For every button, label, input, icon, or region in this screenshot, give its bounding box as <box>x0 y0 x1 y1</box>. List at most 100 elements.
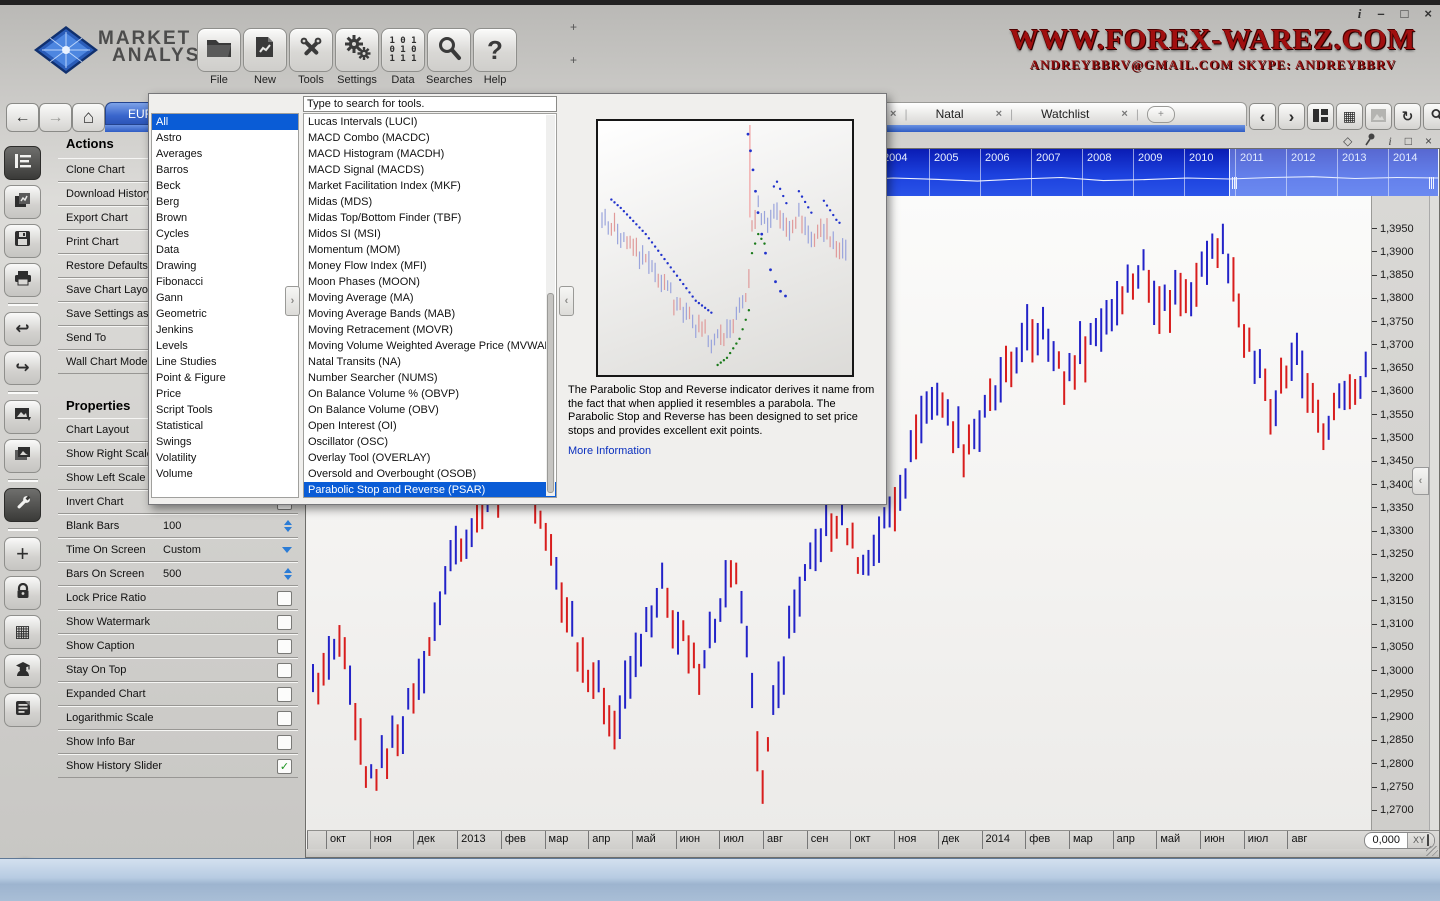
property-row[interactable]: Logarithmic Scale ✓ <box>58 706 298 730</box>
category-item[interactable]: All <box>152 114 298 130</box>
forward-button[interactable]: → <box>39 103 72 132</box>
tab-natal[interactable]: Natal <box>910 107 990 121</box>
tool-search-input[interactable] <box>303 96 557 112</box>
spinner[interactable] <box>284 520 292 532</box>
pin-icon[interactable] <box>1365 133 1375 149</box>
tab-watchlist[interactable]: Watchlist <box>1015 107 1115 121</box>
category-item[interactable]: Drawing <box>152 258 298 274</box>
spinner[interactable] <box>284 568 292 580</box>
checkbox[interactable]: ✓ <box>277 759 292 774</box>
category-item[interactable]: Levels <box>152 338 298 354</box>
category-item[interactable]: Beck <box>152 178 298 194</box>
crosshair-button[interactable]: + <box>4 537 41 571</box>
category-item[interactable]: Volatility <box>152 450 298 466</box>
property-row[interactable]: Show Watermark ✓ <box>58 610 298 634</box>
grid-button[interactable]: ▦ <box>4 615 41 649</box>
tool-item[interactable]: Moving Average (MA) <box>304 290 556 306</box>
tool-item[interactable]: Midas Top/Bottom Finder (TBF) <box>304 210 556 226</box>
tool-item[interactable]: Lucas Intervals (LUCI) <box>304 114 556 130</box>
file-button[interactable]: File <box>196 28 242 86</box>
property-row[interactable]: Blank Bars 100 ✓ <box>58 514 298 538</box>
category-item[interactable]: Astro <box>152 130 298 146</box>
print-button[interactable] <box>4 263 41 297</box>
grid-view-button[interactable]: ▦ <box>1336 103 1363 130</box>
info-icon[interactable]: i <box>1388 134 1391 149</box>
checkbox[interactable]: ✓ <box>277 615 292 630</box>
tool-item[interactable]: Moving Average Bands (MAB) <box>304 306 556 322</box>
category-item[interactable]: Gann <box>152 290 298 306</box>
property-row[interactable]: Show History Slider ✓ <box>58 754 298 778</box>
tool-item[interactable]: MACD Histogram (MACDH) <box>304 146 556 162</box>
tool-item[interactable]: Moon Phases (MOON) <box>304 274 556 290</box>
redo-button[interactable]: ↪ <box>4 351 41 385</box>
expand-categories-button[interactable]: › <box>285 286 300 316</box>
collapse-preview-button[interactable]: ‹ <box>559 286 574 316</box>
checkbox[interactable]: ✓ <box>277 711 292 726</box>
tool-item[interactable]: Moving Volume Weighted Average Price (MV… <box>304 338 556 354</box>
category-item[interactable]: Berg <box>152 194 298 210</box>
checkbox[interactable]: ✓ <box>277 687 292 702</box>
scrollbar-thumb[interactable] <box>547 293 554 493</box>
category-item[interactable]: Script Tools <box>152 402 298 418</box>
category-item[interactable]: Data <box>152 242 298 258</box>
more-information-link[interactable]: More Information <box>568 445 651 457</box>
tool-item[interactable]: Overlay Tool (OVERLAY) <box>304 450 556 466</box>
tool-item[interactable]: MACD Combo (MACDC) <box>304 130 556 146</box>
search-button[interactable] <box>1423 103 1440 130</box>
tool-item[interactable]: Open Interest (OI) <box>304 418 556 434</box>
tool-item[interactable]: Moving Retracement (MOVR) <box>304 322 556 338</box>
layout-button[interactable] <box>1307 103 1334 130</box>
property-row[interactable]: Bars On Screen 500 ✓ <box>58 562 298 586</box>
diamond-icon[interactable]: ◇ <box>1343 134 1352 148</box>
snapshot-button[interactable] <box>1365 103 1392 130</box>
resize-grip[interactable] <box>1426 846 1438 856</box>
property-row[interactable]: Show Info Bar ✓ <box>58 730 298 754</box>
training-button[interactable] <box>4 654 41 688</box>
tool-item[interactable]: Oscillator (OSC) <box>304 434 556 450</box>
searches-button[interactable]: Searches <box>426 28 472 86</box>
back-button[interactable]: ← <box>6 103 39 132</box>
export-image-button[interactable] <box>4 400 41 434</box>
category-item[interactable]: Volume <box>152 466 298 482</box>
property-row[interactable]: Show Caption ✓ <box>58 634 298 658</box>
property-row[interactable]: Lock Price Ratio ✓ <box>58 586 298 610</box>
checkbox[interactable]: ✓ <box>277 663 292 678</box>
category-item[interactable]: Statistical <box>152 418 298 434</box>
dropdown-arrow-icon[interactable] <box>282 547 292 553</box>
scroll-tabs-left-button[interactable]: ‹ <box>1249 103 1276 130</box>
category-item[interactable]: Averages <box>152 146 298 162</box>
maximize-icon[interactable]: □ <box>1401 6 1409 22</box>
tools-button[interactable]: Tools <box>288 28 334 86</box>
close-tab-icon[interactable]: × <box>990 108 1008 120</box>
tool-item[interactable]: Number Searcher (NUMS) <box>304 370 556 386</box>
category-item[interactable]: Cycles <box>152 226 298 242</box>
checkbox[interactable]: ✓ <box>277 639 292 654</box>
tool-item[interactable]: Midas (MDS) <box>304 194 556 210</box>
checkbox[interactable]: ✓ <box>277 591 292 606</box>
range-handle-right[interactable] <box>1429 177 1436 189</box>
maximize-icon[interactable]: □ <box>1405 134 1412 148</box>
category-item[interactable]: Jenkins <box>152 322 298 338</box>
tool-item[interactable]: Market Facilitation Index (MKF) <box>304 178 556 194</box>
close-icon[interactable]: × <box>1425 134 1432 148</box>
help-button[interactable]: ? Help <box>472 28 518 86</box>
category-item[interactable]: Brown <box>152 210 298 226</box>
price-scale[interactable]: 1,39501,39001,38501,38001,37501,37001,36… <box>1371 196 1429 830</box>
scroll-tabs-right-button[interactable]: › <box>1278 103 1305 130</box>
close-icon[interactable]: × <box>1424 6 1432 22</box>
category-item[interactable]: Barros <box>152 162 298 178</box>
clone-chart-button[interactable] <box>4 185 41 219</box>
category-item[interactable]: Price <box>152 386 298 402</box>
new-button[interactable]: New <box>242 28 288 86</box>
xy-coordinates-button[interactable]: 0,000 XY <box>1364 832 1435 849</box>
collapse-scale-button[interactable]: ‹ <box>1412 467 1429 495</box>
tool-item[interactable]: On Balance Volume (OBV) <box>304 402 556 418</box>
history-selected-range[interactable] <box>1229 149 1439 196</box>
range-handle-left[interactable] <box>1232 177 1239 189</box>
tool-item[interactable]: Money Flow Index (MFI) <box>304 258 556 274</box>
tool-item[interactable]: Oversold and Overbought (OSOB) <box>304 466 556 482</box>
new-tab-button[interactable]: + <box>1147 106 1175 123</box>
checkbox[interactable]: ✓ <box>277 735 292 750</box>
report-button[interactable] <box>4 693 41 727</box>
category-item[interactable]: Swings <box>152 434 298 450</box>
